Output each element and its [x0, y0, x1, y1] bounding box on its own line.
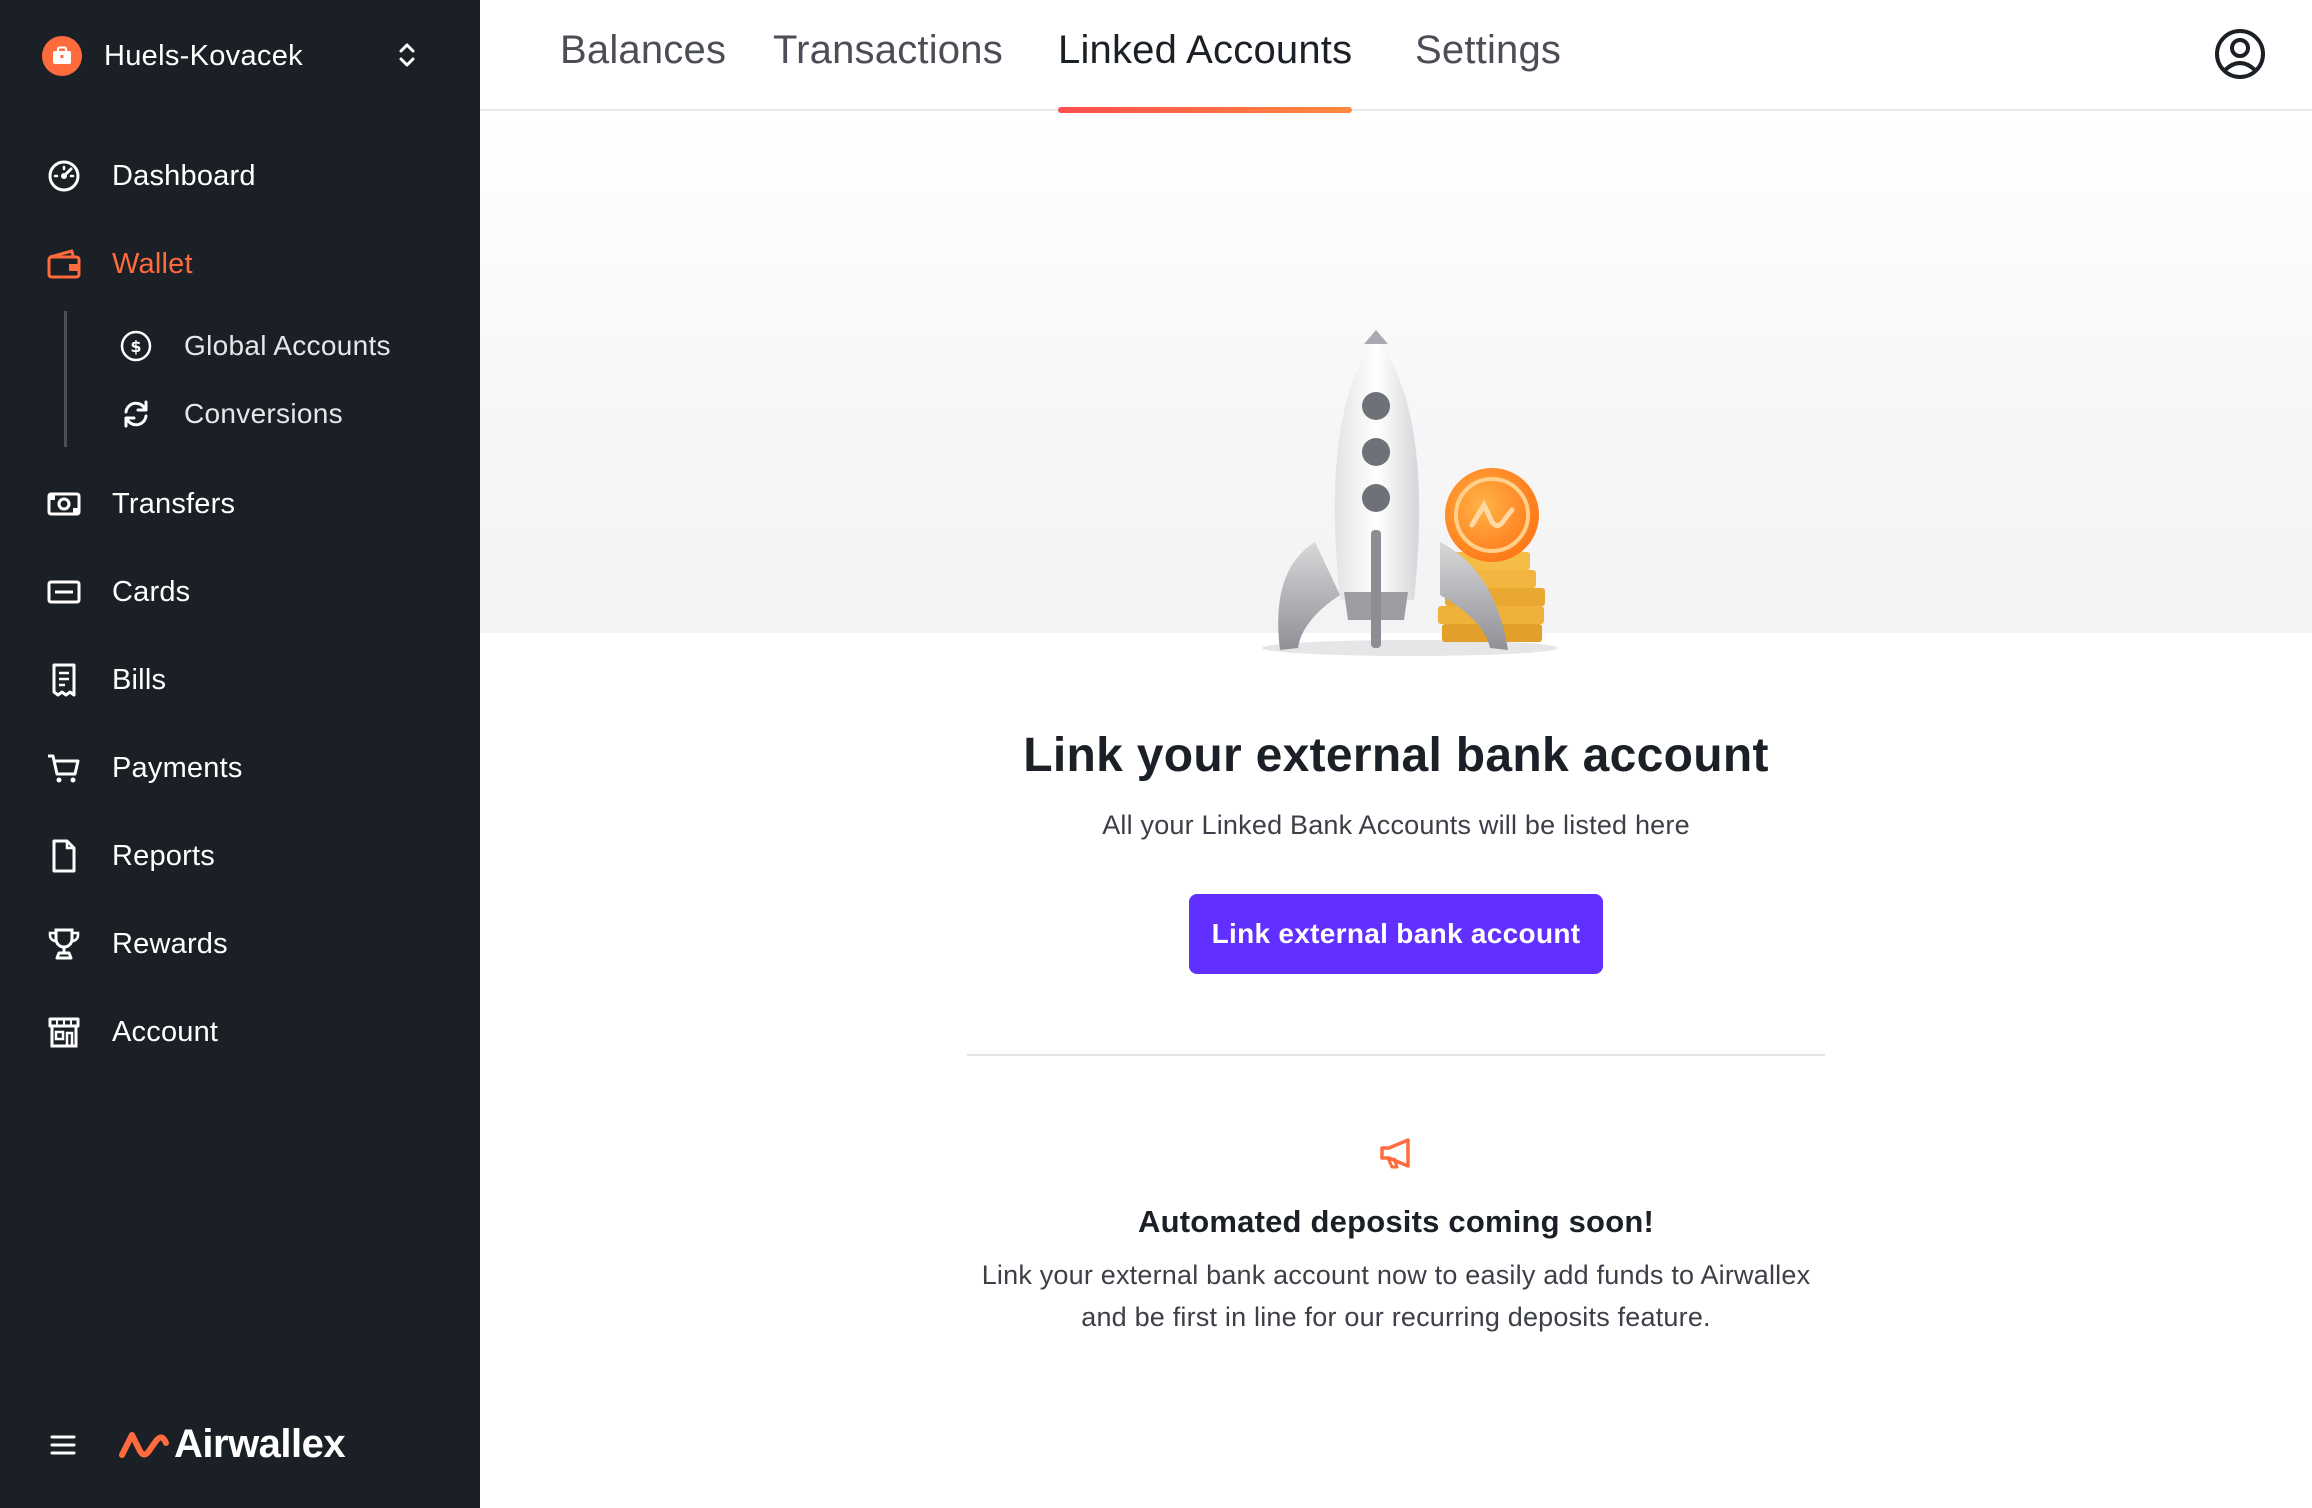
- sidebar-item-label: Bills: [112, 663, 167, 696]
- sidebar-item-label: Payments: [112, 751, 243, 784]
- sidebar-item-label: Global Accounts: [184, 330, 391, 361]
- sidebar-item-label: Transfers: [112, 487, 236, 520]
- tab-transactions[interactable]: Transactions: [773, 28, 1003, 111]
- top-tab-bar: Balances Transactions Linked Accounts Se…: [480, 0, 2312, 113]
- tab-linked-accounts[interactable]: Linked Accounts: [1058, 28, 1353, 113]
- sidebar-footer: Airwallex: [0, 1410, 480, 1480]
- sidebar-item-label: Dashboard: [112, 159, 256, 192]
- sidebar-item-transfers[interactable]: Transfers: [0, 468, 480, 540]
- rocket-illustration: [1262, 330, 1558, 656]
- sidebar-item-rewards[interactable]: Rewards: [0, 908, 480, 980]
- sidebar-item-bills[interactable]: Bills: [0, 644, 480, 716]
- sidebar-item-global-accounts[interactable]: $ Global Accounts: [0, 316, 480, 376]
- sidebar-item-label: Rewards: [112, 927, 228, 960]
- banknote-icon: [44, 484, 84, 524]
- sidebar-item-label: Account: [112, 1015, 219, 1048]
- sidebar-item-dashboard[interactable]: Dashboard: [0, 140, 480, 212]
- chevron-updown-icon: [396, 38, 418, 77]
- sidebar-item-label: Reports: [112, 839, 215, 872]
- user-circle-icon[interactable]: [2214, 28, 2266, 80]
- store-icon: [44, 1012, 84, 1052]
- announcement-title: Automated deposits coming soon!: [1138, 1204, 1654, 1239]
- sidebar-item-label: Conversions: [184, 398, 343, 429]
- sidebar: Huels-Kovacek Dashboard Wallet $ Global …: [0, 0, 480, 1508]
- document-icon: [44, 836, 84, 876]
- airwallex-logo: Airwallex: [118, 1422, 346, 1467]
- trophy-icon: [44, 924, 84, 964]
- refresh-icon: [116, 394, 156, 434]
- org-name: Huels-Kovacek: [104, 39, 303, 72]
- sidebar-item-payments[interactable]: Payments: [0, 732, 480, 804]
- megaphone-icon: [1380, 1138, 1410, 1169]
- org-switcher[interactable]: Huels-Kovacek: [42, 34, 438, 78]
- sidebar-item-label: Wallet: [112, 247, 193, 280]
- logo-text: Airwallex: [174, 1422, 346, 1466]
- tab-balances[interactable]: Balances: [560, 28, 726, 111]
- empty-state-title: Link your external bank account: [1023, 729, 1769, 782]
- empty-state-subtitle: All your Linked Bank Accounts will be li…: [1102, 810, 1690, 840]
- wallet-icon: [44, 244, 84, 284]
- sidebar-item-cards[interactable]: Cards: [0, 556, 480, 628]
- divider: [967, 1054, 1825, 1056]
- sidebar-item-account[interactable]: Account: [0, 996, 480, 1068]
- airwallex-logo-mark-icon: [119, 1431, 169, 1458]
- cart-icon: [44, 748, 84, 788]
- speedometer-icon: [44, 156, 84, 196]
- sidebar-item-conversions[interactable]: Conversions: [0, 384, 480, 444]
- card-icon: [44, 572, 84, 612]
- sidebar-item-reports[interactable]: Reports: [0, 820, 480, 892]
- briefcase-icon: [42, 36, 82, 76]
- sidebar-item-label: Cards: [112, 575, 191, 608]
- hamburger-menu-icon[interactable]: [46, 1428, 80, 1462]
- dollar-circle-icon: $: [116, 326, 156, 366]
- announcement-text: Link your external bank account now to e…: [981, 1260, 1811, 1332]
- svg-text:$: $: [130, 337, 141, 356]
- tab-settings[interactable]: Settings: [1415, 28, 1561, 111]
- sidebar-item-wallet[interactable]: Wallet: [0, 228, 480, 300]
- link-bank-account-button[interactable]: Link external bank account: [1189, 894, 1603, 974]
- receipt-icon: [44, 660, 84, 700]
